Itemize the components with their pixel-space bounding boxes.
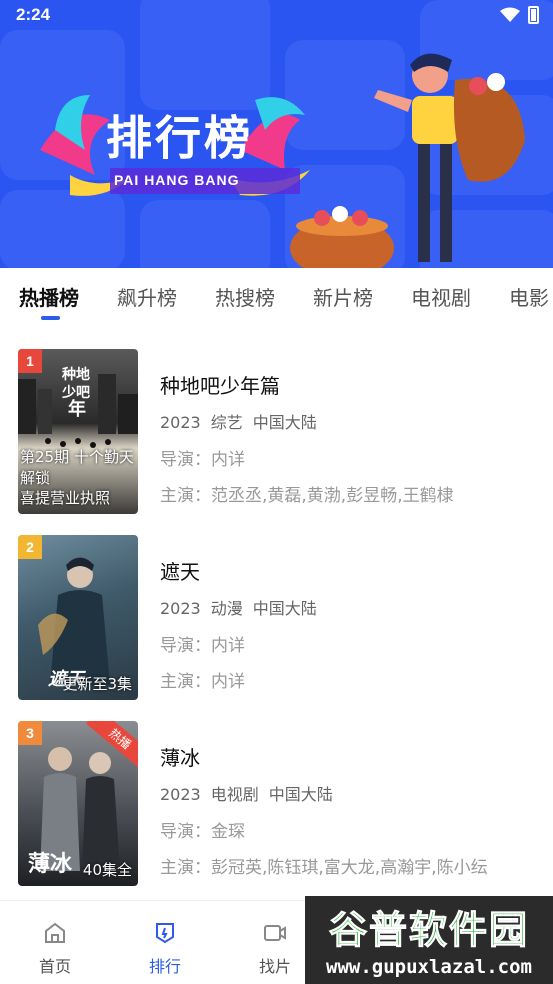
banner-logo: 排行榜 PAI HANG BANG bbox=[36, 80, 336, 200]
item-info: 遮天 2023 动漫 中国大陆 导演：内详 主演：内详 bbox=[160, 556, 327, 703]
item-title[interactable]: 遮天 bbox=[160, 556, 327, 585]
status-bar: 2:24 bbox=[0, 0, 553, 30]
svg-text:种地: 种地 bbox=[61, 366, 90, 383]
item-meta: 2023 综艺 中国大陆 bbox=[160, 409, 454, 433]
tab-rising[interactable]: 飙升榜 bbox=[117, 268, 177, 328]
nav-home[interactable]: 首页 bbox=[0, 901, 110, 984]
banner-subtitle: PAI HANG BANG bbox=[114, 172, 240, 188]
category-tabs: 热播榜 飙升榜 热搜榜 新片榜 电视剧 电影 bbox=[0, 268, 553, 328]
item-title[interactable]: 薄冰 bbox=[160, 742, 488, 771]
watermark-url: www.gupuxlazal.com bbox=[326, 956, 532, 978]
battery-icon bbox=[528, 6, 539, 24]
rank-badge: 1 bbox=[18, 349, 42, 373]
wifi-icon bbox=[500, 7, 520, 22]
svg-text:年: 年 bbox=[68, 398, 86, 420]
poster-caption: 更新至3集 bbox=[62, 675, 132, 693]
poster-image[interactable]: 遮天 2 更新至3集 bbox=[18, 535, 138, 700]
item-meta: 2023 动漫 中国大陆 bbox=[160, 595, 327, 619]
rank-badge: 3 bbox=[18, 721, 42, 745]
ranking-icon bbox=[156, 923, 174, 944]
nav-home-label: 首页 bbox=[38, 957, 71, 976]
item-year: 2023 bbox=[160, 413, 201, 432]
tab-new-release[interactable]: 新片榜 bbox=[313, 268, 373, 328]
poster-image[interactable]: 薄冰 热播 3 40集全 bbox=[18, 721, 138, 886]
item-title[interactable]: 种地吧少年篇 bbox=[160, 370, 454, 399]
item-director: 导演：内详 bbox=[160, 636, 245, 656]
item-region: 中国大陆 bbox=[268, 785, 333, 804]
item-region: 中国大陆 bbox=[252, 599, 317, 618]
item-genre: 综艺 bbox=[210, 413, 243, 432]
item-meta: 2023 电视剧 中国大陆 bbox=[160, 781, 488, 805]
poster-caption: 第25期 十个勤天解锁 bbox=[20, 448, 134, 487]
nav-ranking-label: 排行 bbox=[148, 957, 181, 976]
item-info: 种地吧少年篇 2023 综艺 中国大陆 导演：内详 主演：范丞丞,黄磊,黄渤,彭昱畅… bbox=[160, 370, 454, 517]
tab-hot-search[interactable]: 热搜榜 bbox=[215, 268, 275, 328]
banner-title: 排行榜 bbox=[106, 111, 253, 165]
list-item[interactable]: 遮天 2 更新至3集 遮天 2023 动漫 中国大陆 导演：内详 主演：内详 bbox=[0, 518, 553, 700]
item-cast: 主演：内详 bbox=[160, 672, 245, 692]
item-year: 2023 bbox=[160, 599, 201, 618]
nav-find-label: 找片 bbox=[258, 957, 291, 976]
ranking-banner: 2:24 排行榜 PAI HANG BANG bbox=[0, 0, 553, 268]
active-tab-indicator bbox=[41, 316, 60, 320]
svg-text:薄冰: 薄冰 bbox=[28, 852, 73, 877]
item-director: 导演：金琛 bbox=[160, 822, 245, 842]
tab-movie[interactable]: 电影 bbox=[509, 268, 549, 328]
item-year: 2023 bbox=[160, 785, 201, 804]
home-icon bbox=[45, 922, 65, 943]
tab-tv-series[interactable]: 电视剧 bbox=[411, 268, 471, 328]
app-screen: 2:24 排行榜 PAI HANG BANG 热播榜 飙升榜 热搜榜 新片榜 电… bbox=[0, 0, 553, 984]
video-icon bbox=[264, 925, 286, 941]
item-info: 薄冰 2023 电视剧 中国大陆 导演：金琛 主演：彭冠英,陈钰琪,富大龙,高瀚宇,… bbox=[160, 742, 488, 889]
item-genre: 动漫 bbox=[210, 599, 243, 618]
item-region: 中国大陆 bbox=[252, 413, 317, 432]
watermark: 谷普软件园 www.gupuxlazal.com bbox=[305, 896, 553, 984]
watermark-title: 谷普软件园 bbox=[328, 907, 529, 952]
status-time: 2:24 bbox=[16, 5, 51, 24]
list-item[interactable]: 薄冰 热播 3 40集全 薄冰 2023 电视剧 中国大陆 导演：金琛 主演：彭冠英… bbox=[0, 704, 553, 886]
list-item[interactable]: 种地 少吧 年 1 第25期 十个勤天解锁 喜提营业执照 种地吧少年篇 2023… bbox=[0, 332, 553, 514]
poster-image[interactable]: 种地 少吧 年 1 第25期 十个勤天解锁 喜提营业执照 bbox=[18, 349, 138, 514]
item-cast: 主演：彭冠英,陈钰琪,富大龙,高瀚宇,陈小纭 bbox=[160, 858, 488, 878]
rank-badge: 2 bbox=[18, 535, 42, 559]
item-genre: 电视剧 bbox=[210, 785, 259, 804]
item-cast: 主演：范丞丞,黄磊,黄渤,彭昱畅,王鹤棣 bbox=[160, 486, 454, 506]
item-director: 导演：内详 bbox=[160, 450, 245, 470]
poster-caption-line2: 喜提营业执照 bbox=[20, 489, 111, 507]
nav-ranking[interactable]: 排行 bbox=[110, 901, 220, 984]
poster-caption: 40集全 bbox=[82, 861, 132, 879]
